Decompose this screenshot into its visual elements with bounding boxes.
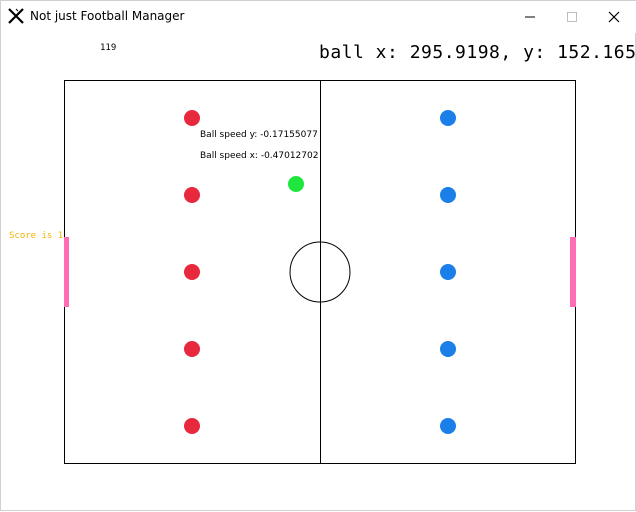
game-window: Not just Football Manager 119 ball x: 29… — [0, 0, 636, 511]
red-player — [184, 110, 200, 126]
ball-speed-x-label: Ball speed x: -0.47012702 — [200, 151, 319, 161]
ball-speed-y-label: Ball speed y: -0.17155077 — [200, 130, 318, 140]
red-player — [184, 187, 200, 203]
blue-player — [440, 110, 456, 126]
ball-position-readout: ball x: 295.9198, y: 152.16536 — [319, 42, 636, 63]
red-player — [184, 341, 200, 357]
blue-player — [440, 418, 456, 434]
score-label: Score is 1 — [9, 231, 64, 241]
right-goal — [570, 237, 576, 307]
fps-counter: 119 — [100, 43, 117, 53]
blue-player — [440, 264, 456, 280]
game-canvas[interactable] — [1, 1, 636, 512]
blue-player — [440, 187, 456, 203]
blue-player — [440, 341, 456, 357]
ball — [288, 176, 304, 192]
left-goal — [64, 237, 69, 307]
red-player — [184, 264, 200, 280]
red-player — [184, 418, 200, 434]
